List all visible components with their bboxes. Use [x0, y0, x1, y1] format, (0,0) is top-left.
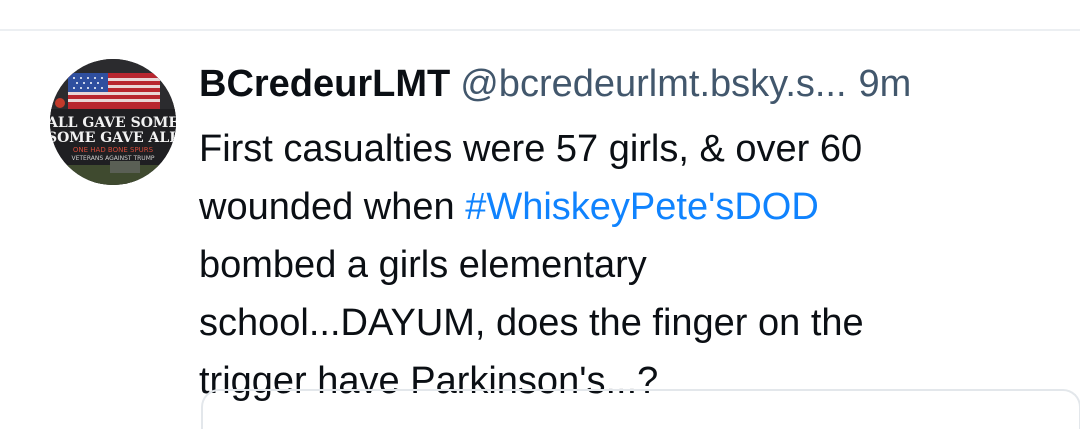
embedded-card[interactable]	[201, 389, 1080, 429]
svg-text:VETERANS AGAINST TRUMP: VETERANS AGAINST TRUMP	[72, 155, 155, 162]
flag-memorial-avatar-icon: ALL GAVE SOME SOME GAVE ALL ONE HAD BONE…	[50, 59, 176, 185]
author-display-name[interactable]: BCredeurLMT	[199, 63, 450, 105]
post-timestamp[interactable]: 9m	[859, 63, 912, 105]
post-header: BCredeurLMT @bcredeurlmt.bsky.s... 9m	[199, 59, 1059, 109]
post-text-line: wounded when #WhiskeyPete'sDOD	[199, 178, 1059, 236]
post-text-line: bombed a girls elementary	[199, 244, 647, 286]
post-text-line: First casualties were 57 girls, & over 6…	[199, 128, 863, 170]
feed-post[interactable]: ALL GAVE SOME SOME GAVE ALL ONE HAD BONE…	[0, 31, 1080, 427]
post-body-text: First casualties were 57 girls, & over 6…	[199, 120, 1059, 410]
post-text-segment: wounded when	[199, 186, 466, 228]
hashtag-link[interactable]: #WhiskeyPete'sDOD	[465, 186, 819, 228]
author-handle[interactable]: @bcredeurlmt.bsky.s...	[460, 63, 846, 105]
author-avatar[interactable]: ALL GAVE SOME SOME GAVE ALL ONE HAD BONE…	[50, 59, 176, 185]
svg-text:SOME GAVE ALL: SOME GAVE ALL	[50, 130, 176, 146]
post-text-line: school...DAYUM, does the finger on the	[199, 302, 864, 344]
svg-text:ALL GAVE SOME: ALL GAVE SOME	[50, 115, 176, 131]
svg-text:ONE HAD BONE SPURS: ONE HAD BONE SPURS	[73, 146, 154, 154]
